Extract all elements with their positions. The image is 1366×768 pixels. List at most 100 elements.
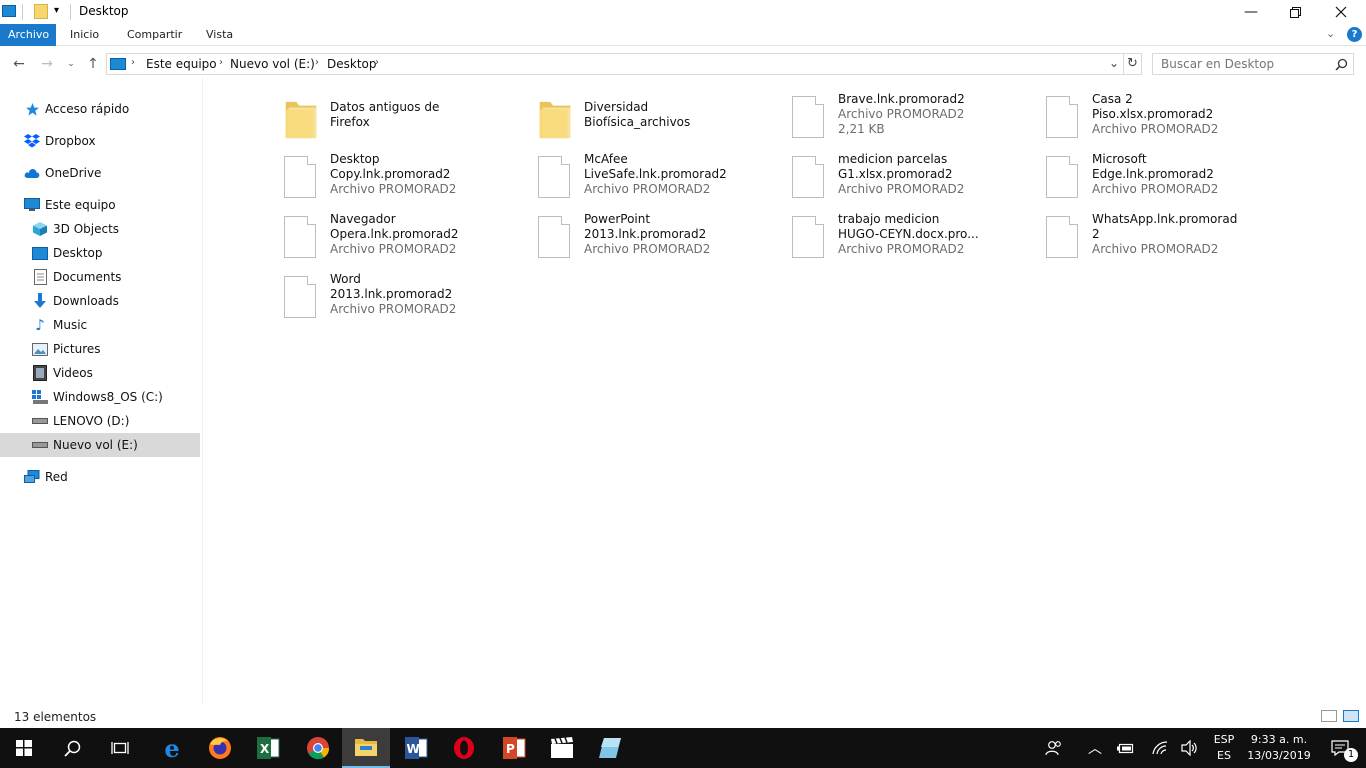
- folder-quick-icon[interactable]: [34, 4, 48, 19]
- sidebar-item-onedrive[interactable]: OneDrive: [0, 161, 200, 185]
- restore-button[interactable]: [1272, 0, 1318, 24]
- sidebar-item-acceso-rapido[interactable]: Acceso rápido: [0, 97, 200, 121]
- sidebar-item-dropbox[interactable]: Dropbox: [0, 129, 200, 153]
- breadcrumb-separator-icon: ›: [219, 57, 223, 68]
- network-button[interactable]: [1148, 728, 1172, 768]
- file-item-whatsapp[interactable]: WhatsApp.lnk.promorad 2 Archivo PROMORAD…: [1046, 212, 1286, 270]
- tab-inicio[interactable]: Inicio: [62, 24, 107, 46]
- recent-locations-button[interactable]: ⌄: [60, 54, 82, 74]
- action-center-button[interactable]: 1: [1320, 728, 1360, 768]
- file-item-brave[interactable]: Brave.lnk.promorad2 Archivo PROMORAD2 2,…: [792, 92, 1032, 150]
- back-button[interactable]: ←: [8, 54, 30, 74]
- battery-icon: [1117, 743, 1134, 754]
- sidebar-item-label: LENOVO (D:): [53, 414, 130, 428]
- sidebar-item-nuevo-vol[interactable]: Nuevo vol (E:): [0, 433, 200, 457]
- sidebar-item-este-equipo[interactable]: Este equipo: [0, 193, 200, 217]
- sidebar-item-windows8-os[interactable]: Windows8_OS (C:): [0, 385, 200, 409]
- search-icon[interactable]: [1335, 58, 1348, 71]
- file-item-diversidad[interactable]: Diversidad Biofísica_archivos: [538, 94, 778, 152]
- opera-icon: [454, 737, 474, 759]
- sidebar-item-documents[interactable]: Documents: [0, 265, 200, 289]
- details-view-icon[interactable]: [1321, 710, 1337, 722]
- taskbar-chrome[interactable]: [294, 728, 342, 768]
- file-item-desktop-copy[interactable]: Desktop Copy.lnk.promorad2 Archivo PROMO…: [284, 152, 524, 210]
- sidebar-item-label: Nuevo vol (E:): [53, 438, 138, 452]
- cube-icon: [32, 221, 48, 237]
- file-type-label: Archivo PROMORAD2: [1092, 182, 1219, 196]
- expand-ribbon-icon[interactable]: ⌄: [1326, 27, 1335, 40]
- file-item-powerpoint[interactable]: PowerPoint 2013.lnk.promorad2 Archivo PR…: [538, 212, 778, 270]
- quick-access-dropdown-icon[interactable]: ▾: [54, 5, 59, 16]
- search-box[interactable]: [1152, 53, 1354, 75]
- sidebar-item-pictures[interactable]: Pictures: [0, 337, 200, 361]
- sidebar-item-red[interactable]: Red: [0, 465, 200, 489]
- file-item-microsoft-edge[interactable]: Microsoft Edge.lnk.promorad2 Archivo PRO…: [1046, 152, 1286, 210]
- powerpoint-icon: P: [503, 737, 526, 759]
- file-item-navegador-opera[interactable]: Navegador Opera.lnk.promorad2 Archivo PR…: [284, 212, 524, 270]
- start-button[interactable]: [0, 728, 48, 768]
- excel-icon: X: [257, 737, 280, 759]
- file-item-medicion-parcelas[interactable]: medicion parcelas G1.xlsx.promorad2 Arch…: [792, 152, 1032, 210]
- start-icon: [16, 740, 32, 756]
- up-button[interactable]: ↑: [82, 54, 104, 74]
- file-type-label: Archivo PROMORAD2: [584, 182, 711, 196]
- large-icons-view-icon[interactable]: [1343, 710, 1359, 722]
- clock[interactable]: 9:33 a. m. 13/03/2019: [1244, 732, 1314, 764]
- taskbar-app[interactable]: [586, 728, 634, 768]
- file-item-mcafee[interactable]: McAfee LiveSafe.lnk.promorad2 Archivo PR…: [538, 152, 778, 210]
- volume-button[interactable]: [1178, 728, 1202, 768]
- sidebar-item-label: Este equipo: [45, 198, 116, 212]
- search-input[interactable]: [1153, 54, 1323, 74]
- taskbar-edge[interactable]: e: [148, 728, 196, 768]
- task-view-button[interactable]: [96, 728, 144, 768]
- breadcrumb-nuevo-vol[interactable]: Nuevo vol (E:): [230, 57, 315, 71]
- file-item-datos-antiguos[interactable]: Datos antiguos de Firefox: [284, 94, 524, 152]
- help-icon[interactable]: ?: [1347, 27, 1362, 42]
- sidebar-item-videos[interactable]: Videos: [0, 361, 200, 385]
- people-button[interactable]: [1042, 728, 1066, 768]
- sidebar-item-3d-objects[interactable]: 3D Objects: [0, 217, 200, 241]
- breadcrumb-desktop[interactable]: Desktop: [327, 57, 377, 71]
- taskbar-excel[interactable]: X: [244, 728, 292, 768]
- blank-file-icon: [1046, 96, 1080, 140]
- tab-compartir[interactable]: Compartir: [119, 24, 190, 46]
- sidebar-item-desktop[interactable]: Desktop: [0, 241, 200, 265]
- forward-button[interactable]: →: [36, 54, 58, 74]
- battery-button[interactable]: [1114, 728, 1138, 768]
- file-item-word[interactable]: Word 2013.lnk.promorad2 Archivo PROMORAD…: [284, 272, 524, 330]
- taskbar-movie-maker[interactable]: [538, 728, 586, 768]
- sidebar-item-lenovo[interactable]: LENOVO (D:): [0, 409, 200, 433]
- close-button[interactable]: [1318, 0, 1364, 24]
- minimize-button[interactable]: —: [1228, 0, 1274, 24]
- refresh-icon[interactable]: ↻: [1127, 56, 1138, 71]
- taskbar-file-explorer[interactable]: [342, 728, 390, 768]
- taskbar-powerpoint[interactable]: P: [490, 728, 538, 768]
- language-indicator[interactable]: ESP ES: [1206, 732, 1242, 764]
- tab-vista[interactable]: Vista: [198, 24, 241, 46]
- title-bar: ▾ Desktop —: [0, 0, 1366, 24]
- taskbar-opera[interactable]: [440, 728, 488, 768]
- pane-divider[interactable]: [202, 78, 203, 704]
- sidebar-item-music[interactable]: ♪ Music: [0, 313, 200, 337]
- file-name-line: Firefox: [330, 115, 370, 129]
- sidebar-item-label: Dropbox: [45, 134, 96, 148]
- file-type-label: Archivo PROMORAD2: [330, 182, 457, 196]
- sidebar-item-label: Documents: [53, 270, 122, 284]
- show-hidden-icons-button[interactable]: ︿: [1084, 728, 1106, 768]
- navigation-pane: Acceso rápido Dropbox OneDrive Este equi…: [0, 78, 202, 704]
- file-name-line: Piso.xlsx.promorad2: [1092, 107, 1214, 121]
- address-bar[interactable]: › Este equipo › Nuevo vol (E:) › Desktop…: [106, 53, 1142, 75]
- file-name-line: Biofísica_archivos: [584, 115, 691, 129]
- breadcrumb-este-equipo[interactable]: Este equipo: [146, 57, 217, 71]
- taskbar-search-button[interactable]: [48, 728, 96, 768]
- star-icon: [24, 101, 40, 117]
- sidebar-item-downloads[interactable]: Downloads: [0, 289, 200, 313]
- taskbar-firefox[interactable]: [196, 728, 244, 768]
- volume-icon: [1181, 740, 1197, 756]
- address-dropdown-icon[interactable]: ⌄: [1109, 56, 1119, 70]
- taskbar-word[interactable]: W: [392, 728, 440, 768]
- file-item-trabajo-medicion[interactable]: trabajo medicion HUGO-CEYN.docx.pro... A…: [792, 212, 1032, 270]
- file-item-casa-2[interactable]: Casa 2 Piso.xlsx.promorad2 Archivo PROMO…: [1046, 92, 1286, 150]
- sidebar-item-label: Acceso rápido: [45, 102, 130, 116]
- tab-archivo[interactable]: Archivo: [0, 24, 56, 46]
